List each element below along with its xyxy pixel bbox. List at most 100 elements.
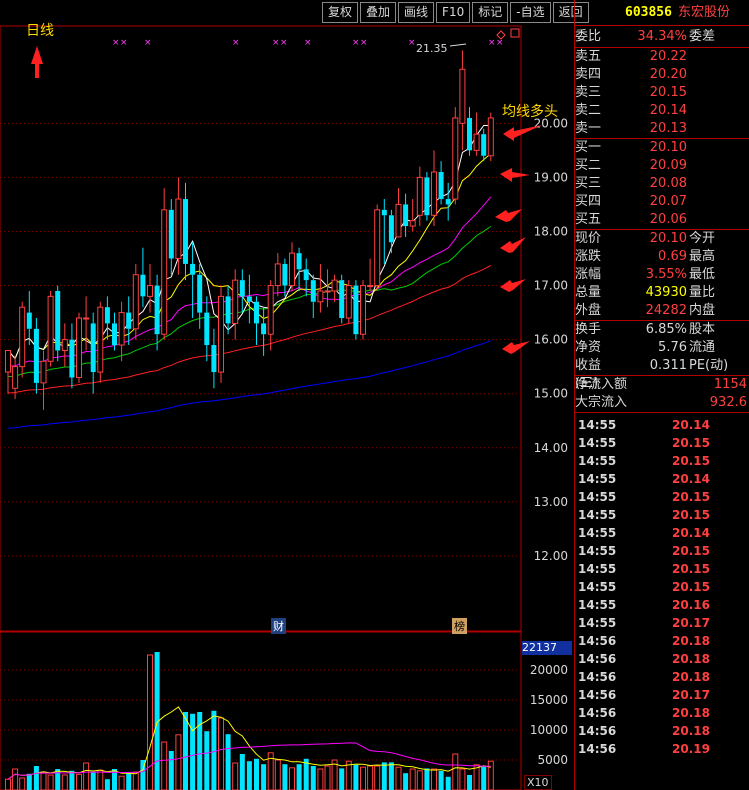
finance-stats: 换手 6.85% 股本 净资 5.76 流通 收益(三) 0.311 PE(动) [575, 321, 749, 391]
finance-badge[interactable]: 财 [271, 618, 286, 634]
candle-body [353, 285, 359, 335]
candle-body [211, 345, 217, 373]
finance-row: 收益(三) 0.311 PE(动) [575, 357, 749, 391]
candle-body [83, 317, 90, 320]
volume-bar [254, 758, 259, 790]
candle [40, 350, 47, 410]
tick-price: 20.17 [672, 616, 710, 630]
finance-row: 净资 5.76 流通 [575, 339, 749, 357]
candle [218, 285, 224, 383]
candle [353, 280, 359, 340]
candle-body [254, 301, 259, 324]
candle [76, 312, 82, 383]
candle [211, 328, 217, 389]
overlay-button[interactable]: 叠加 [360, 2, 397, 23]
tick-time: 14:55 [578, 544, 617, 558]
volume-bar [409, 768, 416, 790]
volume-bar [190, 713, 196, 790]
candle-body [367, 285, 374, 288]
ask-row: 卖四 20.20 [575, 66, 749, 84]
kline-chart[interactable]: 20.0019.0018.0017.0016.0015.0014.0013.00… [0, 0, 574, 790]
remove-watchlist-button[interactable]: -自选 [510, 2, 551, 23]
candle-body [190, 263, 196, 275]
volume-bar [147, 654, 153, 790]
tick-price: 20.18 [672, 706, 710, 720]
rank-badge[interactable]: 榜 [452, 618, 467, 634]
finance-value: 0.311 [649, 358, 687, 373]
candle-body [197, 274, 203, 313]
stat-value: 0.69 [658, 249, 687, 264]
candle [331, 274, 338, 302]
volume-bar [97, 769, 104, 790]
ask-row: 卖二 20.14 [575, 102, 749, 120]
tick-row: 14:55 20.15 [575, 578, 749, 596]
candle [232, 269, 239, 340]
volume-bar [424, 768, 430, 790]
bid-label: 买一 [575, 140, 602, 155]
candle-body [303, 269, 309, 281]
candle-body [459, 68, 466, 124]
stat-value: 24282 [645, 303, 687, 318]
mark-button[interactable]: 标记 [472, 2, 509, 23]
volume-panel-frame [0, 631, 522, 790]
candle [487, 112, 494, 162]
candle-body [345, 285, 352, 319]
left-arrow-icon [495, 209, 522, 222]
candle-body [168, 209, 174, 259]
candle-body [126, 312, 132, 329]
volume-bar [296, 764, 302, 790]
tick-row: 14:55 20.14 [575, 470, 749, 488]
volume-bar [367, 765, 374, 790]
candle [345, 280, 352, 324]
candle-body [40, 360, 47, 384]
candle-body [289, 252, 295, 287]
candle-body [225, 296, 231, 324]
f10-button[interactable]: F10 [436, 2, 471, 23]
stat-row: 涨幅 3.55% 最低 [575, 266, 749, 284]
ask-book: 卖五 20.22 卖四 20.20 卖三 20.15 卖二 20.14 卖一 20.13 [575, 48, 749, 139]
high-pointer-line [449, 43, 467, 47]
tick-row: 14:55 20.14 [575, 416, 749, 434]
fund-flows: 净流入额 1154 大宗流入 932.6 [575, 376, 749, 413]
stat-value: 43930 [645, 285, 687, 300]
volume-bar [403, 773, 409, 790]
tick-row: 14:55 20.15 [575, 560, 749, 578]
candle-body [416, 176, 423, 216]
bid-label: 买三 [575, 176, 602, 191]
candle-body [33, 328, 39, 383]
tick-price: 20.14 [672, 526, 710, 540]
bid-row: 买四 20.07 [575, 193, 749, 211]
stat-label: 现价 [575, 231, 602, 246]
price-tick-label: 14.00 [534, 441, 568, 455]
price-tick-label: 15.00 [534, 387, 568, 401]
volume-bar [118, 775, 125, 790]
candle [90, 312, 96, 394]
tick-row: 14:56 20.17 [575, 686, 749, 704]
candle [254, 296, 259, 346]
volume-bar [19, 777, 26, 790]
candle-body [69, 339, 75, 378]
event-marker: × [272, 38, 280, 48]
tick-time: 14:56 [578, 652, 617, 666]
finance-value: 6.85% [645, 322, 687, 337]
restore-rights-button[interactable]: 复权 [322, 2, 359, 23]
candle-body [388, 215, 394, 243]
ask-label: 卖四 [575, 67, 602, 82]
candle-body [431, 171, 437, 216]
grid-lines [0, 25, 522, 790]
tick-price: 20.16 [672, 598, 710, 612]
tick-price: 20.14 [672, 472, 710, 486]
candle [112, 312, 117, 351]
current-volume: 22137 [522, 641, 572, 655]
draw-line-button[interactable]: 画线 [398, 2, 435, 23]
volume-bar [317, 768, 324, 790]
volume-bar [261, 764, 267, 790]
volume-bar [431, 768, 437, 790]
candle [459, 50, 466, 151]
volume-bar [232, 762, 239, 790]
tick-price: 20.18 [672, 634, 710, 648]
candle [239, 269, 245, 313]
tick-price: 20.15 [672, 454, 710, 468]
tick-price: 20.15 [672, 562, 710, 576]
ask-price: 20.14 [649, 103, 687, 118]
